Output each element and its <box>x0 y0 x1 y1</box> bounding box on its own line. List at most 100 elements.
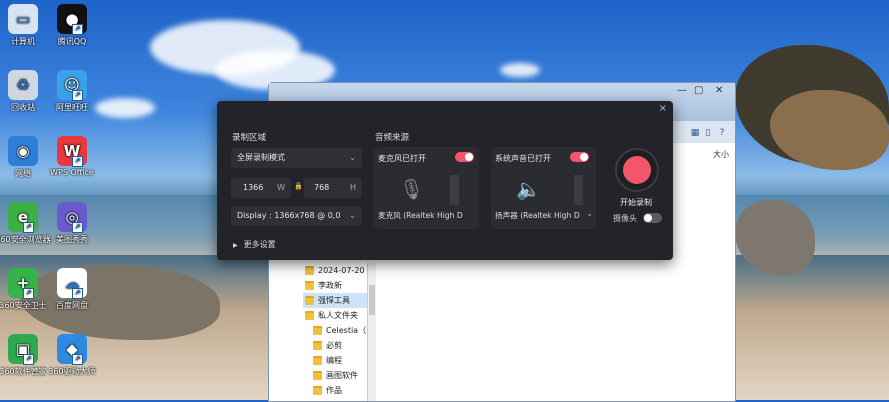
folder-icon <box>313 386 322 395</box>
360-software-manager-icon: ▣ ↗ <box>8 334 38 365</box>
tree-item-label: 必剪 <box>326 341 342 350</box>
close-icon[interactable]: × <box>659 103 667 114</box>
network-globe-icon: ◉ <box>8 136 38 166</box>
desktop-icon[interactable]: ◎ ↗ 美图秀秀 <box>42 202 102 245</box>
360-security-icon: + ↗ <box>8 268 38 299</box>
folder-icon <box>313 341 322 350</box>
height-input[interactable]: 768 H <box>304 178 362 198</box>
tree-item-label: 编程 <box>326 356 342 365</box>
tree-item[interactable]: 2024-07-20 <box>303 263 375 278</box>
width-unit: W <box>277 183 285 192</box>
view-icon[interactable]: ▦ <box>689 127 701 139</box>
tree-scrollbar[interactable] <box>367 263 376 401</box>
mic-device[interactable]: 麦克风 (Realtek High D <box>378 210 478 221</box>
shortcut-arrow-icon: ↗ <box>72 24 83 35</box>
baidu-netdisk-icon: ☁ ↗ <box>57 268 87 299</box>
screen-recorder-panel: × 录制区域 全屏录制模式 ⌄ 1366 W 🔒 768 H Display :… <box>217 101 673 260</box>
360-browser-icon: e ↗ <box>8 202 38 233</box>
folder-icon <box>305 266 314 275</box>
tree-item[interactable]: 画图软件 <box>303 368 375 383</box>
system-sound-toggle[interactable] <box>570 152 589 162</box>
shortcut-arrow-icon: ↗ <box>23 288 34 299</box>
maximize-icon[interactable]: ▢ <box>694 85 703 96</box>
shortcut-arrow-icon: ↗ <box>72 222 83 233</box>
folder-tree: 2024-07-20 李政新强悍工具私人文件夹 Celestia（ 必剪编程画图软件作… <box>303 263 375 401</box>
recycle-bin-icon: ♻ <box>8 70 38 100</box>
scrollbar-thumb[interactable] <box>369 285 375 315</box>
height-value: 768 <box>314 183 330 192</box>
folder-icon <box>305 311 314 320</box>
width-input[interactable]: 1366 W <box>231 178 291 198</box>
display-select[interactable]: Display : 1366x768 @ 0,0 ⌄ <box>231 206 362 226</box>
speaker-device[interactable]: 扬声器 (Realtek High D <box>495 210 595 221</box>
speaker-icon: 🔈 <box>516 177 541 201</box>
start-record-label[interactable]: 开始录制 <box>620 197 652 208</box>
desktop-icon[interactable]: ◆ ↗ 360驱动大师 <box>42 334 102 377</box>
record-dot-icon <box>623 156 651 184</box>
mic-toggle[interactable] <box>455 152 474 162</box>
folder-icon <box>313 356 322 365</box>
360-driver-icon: ◆ ↗ <box>57 334 87 365</box>
desktop-icon-label: 美图秀秀 <box>56 235 88 244</box>
height-unit: H <box>349 183 356 192</box>
cloud <box>500 63 540 77</box>
desktop-icon-label: 360驱动大师 <box>48 367 96 376</box>
audio-source-title: 音频来源 <box>375 133 410 143</box>
wangwang-icon: ☺ ↗ <box>57 70 87 101</box>
system-level-meter <box>574 175 583 205</box>
desktop-icon[interactable]: W ↗ WPS Office <box>42 136 102 177</box>
start-record-button[interactable] <box>615 148 659 192</box>
record-mode-select[interactable]: 全屏录制模式 ⌄ <box>231 148 362 168</box>
tree-item-label: 李政新 <box>318 281 342 290</box>
display-value: Display : 1366x768 @ 0,0 <box>237 211 341 220</box>
wps-office-icon: W ↗ <box>57 136 87 167</box>
rock <box>735 200 815 275</box>
shortcut-arrow-icon: ↗ <box>23 354 34 365</box>
microphone-icon: 🎙 <box>399 177 425 201</box>
desktop-icon-label: WPS Office <box>50 168 94 177</box>
record-mode-value: 全屏录制模式 <box>237 153 285 162</box>
microphone-card: 麦克风已打开 🎙 麦克风 (Realtek High D <box>374 147 479 229</box>
pane-icon[interactable]: ▯ <box>702 127 714 139</box>
camera-toggle[interactable] <box>643 213 662 223</box>
desktop-icon[interactable]: ☁ ↗ 百度网盘 <box>42 268 102 311</box>
desktop-icon-label: 阿里旺旺 <box>56 103 88 112</box>
tree-item-label: 画图软件 <box>326 371 358 380</box>
tree-item[interactable]: Celestia（ <box>303 323 375 338</box>
desktop-icon-label: 腾讯QQ <box>57 37 87 46</box>
computer-icon: ▭ <box>8 4 38 34</box>
chevron-down-icon[interactable]: ⌄ <box>586 209 593 218</box>
desktop-icon[interactable]: ☺ ↗ 阿里旺旺 <box>42 70 102 113</box>
tree-item[interactable]: 作品 <box>303 383 375 398</box>
shortcut-arrow-icon: ↗ <box>72 90 83 101</box>
minimize-icon[interactable]: — <box>677 85 687 96</box>
help-icon[interactable]: ? <box>716 127 728 139</box>
desktop-icon[interactable]: ● ↗ 腾讯QQ <box>42 4 102 47</box>
tree-item-label: 强悍工具 <box>318 296 350 305</box>
qq-penguin-icon: ● ↗ <box>57 4 87 35</box>
camera-label: 摄像头 <box>613 214 637 223</box>
tree-item[interactable]: 李政新 <box>303 278 375 293</box>
column-header-size[interactable]: 大小 <box>713 149 729 160</box>
folder-icon <box>305 296 314 305</box>
desktop-icon-label: 百度网盘 <box>56 301 88 310</box>
tree-item-label: Celestia（ <box>326 326 367 335</box>
system-sound-card: 系统声音已打开 🔈 扬声器 (Realtek High D ⌄ <box>491 147 596 229</box>
tree-item[interactable]: 强悍工具 <box>303 293 375 308</box>
lock-icon[interactable]: 🔒 <box>294 182 303 190</box>
shortcut-arrow-icon: ↗ <box>72 156 83 167</box>
cloud <box>95 98 155 118</box>
more-settings[interactable]: ▶ 更多设置 <box>233 239 276 250</box>
system-status-label: 系统声音已打开 <box>495 154 551 163</box>
tree-item[interactable]: 必剪 <box>303 338 375 353</box>
folder-icon <box>305 281 314 290</box>
expand-arrow-icon: ▶ <box>233 242 238 249</box>
tree-item[interactable]: 编程 <box>303 353 375 368</box>
mic-status-label: 麦克风已打开 <box>378 154 426 163</box>
chevron-down-icon: ⌄ <box>349 153 356 162</box>
tree-item[interactable]: 私人文件夹 <box>303 308 375 323</box>
close-icon[interactable]: ✕ <box>715 85 723 96</box>
meitu-icon: ◎ ↗ <box>57 202 87 233</box>
shortcut-arrow-icon: ↗ <box>23 222 34 233</box>
folder-icon <box>313 326 322 335</box>
